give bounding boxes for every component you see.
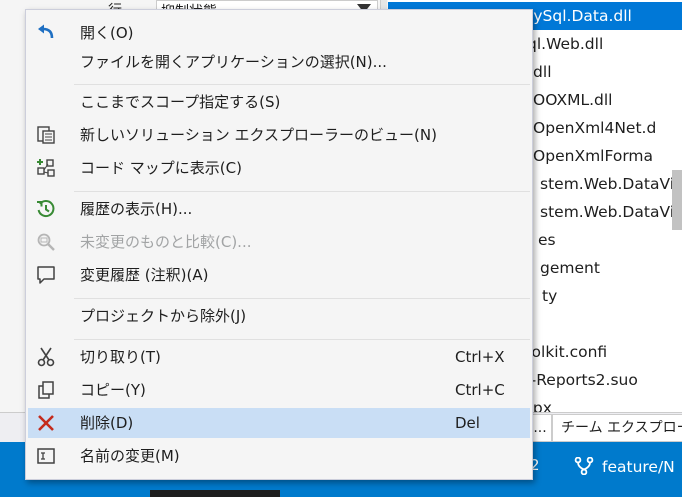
file-item[interactable]: ty	[542, 282, 557, 310]
menu-item-compare-unmodified[interactable]: 未変更のものと比較(C)...	[28, 227, 530, 257]
file-item[interactable]: es	[538, 226, 556, 254]
menu-item-delete[interactable]: 削除(D) Del	[28, 408, 530, 438]
menu-item-label: 削除(D)	[80, 414, 134, 432]
rename-icon	[36, 446, 56, 466]
menu-item-label: 未変更のものと比較(C)...	[80, 233, 252, 251]
copy-icon	[36, 380, 56, 400]
menu-item-shortcut: Ctrl+C	[455, 381, 505, 399]
menu-item-scope-to-this[interactable]: ここまでスコープ指定する(S)	[28, 87, 530, 117]
menu-item-label: 変更履歴 (注釈)(A)	[80, 266, 209, 284]
scrollbar-thumb[interactable]	[672, 170, 682, 230]
menu-item-label: ファイルを開くアプリケーションの選択(N)...	[80, 53, 387, 71]
delete-x-icon	[36, 413, 56, 433]
menu-item-open-with[interactable]: ファイルを開くアプリケーションの選択(N)...	[28, 47, 530, 77]
menu-separator	[74, 84, 530, 85]
branch-indicator[interactable]: feature/N	[574, 456, 675, 476]
menu-item-label: 名前の変更(M)	[80, 447, 180, 465]
menu-item-copy[interactable]: コピー(Y) Ctrl+C	[28, 375, 530, 405]
menu-item-label: プロジェクトから除外(J)	[80, 307, 247, 325]
menu-item-label: コピー(Y)	[80, 381, 146, 399]
context-menu: 開く(O) ファイルを開くアプリケーションの選択(N)... ここまでスコープ指定す…	[25, 9, 533, 480]
compare-icon	[36, 232, 56, 252]
history-icon	[36, 199, 56, 219]
menu-item-exclude-from-project[interactable]: プロジェクトから除外(J)	[28, 301, 530, 331]
file-item[interactable]: stem.Web.DataVisu	[540, 170, 682, 198]
menu-item-show-on-code-map[interactable]: コード マップに表示(C)	[28, 153, 530, 183]
menu-item-label: コード マップに表示(C)	[80, 159, 242, 177]
menu-item-label: 履歴の表示(H)...	[80, 200, 193, 218]
tab-team-explorer[interactable]: チーム エクスプローラー	[552, 414, 682, 442]
menu-item-label: 開く(O)	[80, 24, 134, 42]
menu-item-rename[interactable]: 名前の変更(M)	[28, 441, 530, 471]
menu-item-shortcut: Ctrl+X	[455, 348, 505, 366]
menu-separator	[74, 191, 530, 192]
menu-item-label: ここまでスコープ指定する(S)	[80, 93, 281, 111]
code-map-icon	[36, 158, 56, 178]
file-item[interactable]: gement	[540, 254, 600, 282]
menu-separator	[74, 339, 530, 340]
menu-item-label: 新しいソリューション エクスプローラーのビュー(N)	[80, 126, 437, 144]
menu-item-view-history[interactable]: 履歴の表示(H)...	[28, 194, 530, 224]
menu-item-open[interactable]: 開く(O)	[28, 18, 530, 48]
file-item[interactable]: MySql.Data.dll	[520, 2, 632, 30]
annotate-icon	[36, 265, 56, 285]
new-view-icon	[36, 125, 56, 145]
menu-item-cut[interactable]: 切り取り(T) Ctrl+X	[28, 342, 530, 372]
status-bar-dark-strip	[150, 490, 280, 497]
menu-item-new-solution-view[interactable]: 新しいソリューション エクスプローラーのビュー(N)	[28, 120, 530, 150]
menu-item-label: 切り取り(T)	[80, 348, 161, 366]
menu-item-annotate[interactable]: 変更履歴 (注釈)(A)	[28, 260, 530, 290]
scissors-icon	[36, 347, 56, 367]
branch-icon	[574, 456, 594, 476]
branch-name: feature/N	[602, 458, 675, 476]
file-item[interactable]: stem.Web.DataVisu	[540, 198, 682, 226]
menu-separator	[74, 298, 530, 299]
menu-item-shortcut: Del	[455, 414, 480, 432]
open-arrow-icon	[36, 23, 56, 43]
